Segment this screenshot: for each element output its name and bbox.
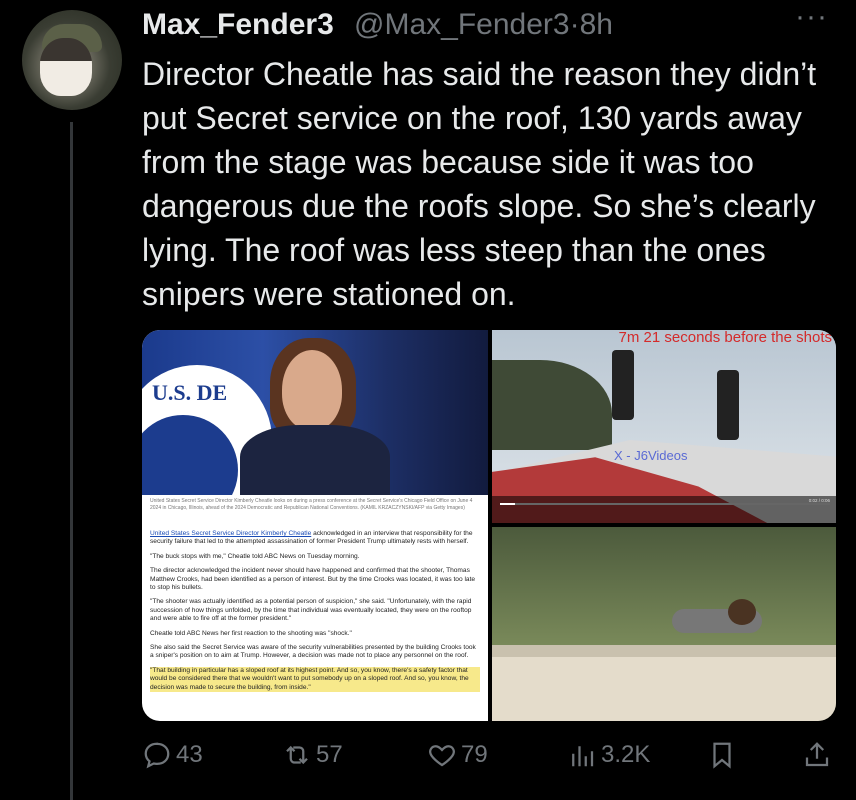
handle[interactable]: @Max_Fender3: [354, 8, 570, 41]
timestamp[interactable]: 8h: [580, 8, 613, 41]
video-controls[interactable]: [492, 496, 836, 523]
video-time: 0:02 / 0:06: [808, 498, 830, 503]
more-options-icon[interactable]: ···: [795, 0, 828, 34]
article-paragraph: She also said the Secret Service was awa…: [150, 644, 476, 660]
views-count: 3.2K: [601, 741, 651, 768]
article-link: United States Secret Service Director Ki…: [150, 530, 312, 537]
video-overlay-label: 7m 21 seconds before the shots: [618, 330, 832, 346]
reply-count: 43: [176, 741, 203, 768]
share-icon: [805, 742, 829, 767]
like-count: 79: [461, 741, 488, 768]
article-paragraph: "The buck stops with me," Cheatle told A…: [150, 552, 360, 560]
like-button[interactable]: 79: [427, 740, 488, 770]
article-screenshot[interactable]: U.S. DE United States Secret Service Dir…: [142, 330, 488, 721]
handle-and-time[interactable]: @Max_Fender3·8h: [354, 8, 613, 42]
highlighted-quote: "That building in particular has a slope…: [150, 666, 480, 693]
tweet-text: Director Cheatle has said the reason the…: [142, 56, 817, 312]
repost-button[interactable]: 57: [282, 740, 343, 770]
thread-line: [70, 122, 73, 800]
seal-lettering: U.S. DE: [152, 380, 228, 405]
article-paragraph: The director acknowledged the incident n…: [150, 567, 476, 592]
reply-button[interactable]: 43: [142, 740, 203, 770]
bookmark-button[interactable]: [707, 740, 741, 770]
press-photo: U.S. DE: [142, 330, 488, 495]
article-body: United States Secret Service Director Ki…: [150, 530, 480, 698]
views-button[interactable]: 3.2K: [567, 740, 650, 770]
reply-icon: [144, 742, 170, 769]
repost-count: 57: [316, 741, 343, 768]
watermark: X - J6Videos: [614, 448, 688, 463]
rooftop-photo[interactable]: [492, 527, 836, 721]
bookmark-icon: [713, 742, 731, 769]
analytics-icon: [572, 746, 594, 767]
heart-icon: [429, 745, 455, 767]
media-grid[interactable]: U.S. DE United States Secret Service Dir…: [142, 330, 836, 721]
article-paragraph: Cheatle told ABC News her first reaction…: [150, 629, 352, 637]
sniper-figure: [717, 370, 739, 440]
separator: ·: [569, 8, 580, 41]
video-progress[interactable]: [500, 503, 830, 505]
share-button[interactable]: [802, 740, 836, 770]
avatar[interactable]: [22, 10, 122, 110]
video-snipers[interactable]: 7m 21 seconds before the shots X - J6Vid…: [492, 330, 836, 523]
avatar-dog: [40, 38, 92, 96]
display-name[interactable]: Max_Fender3: [142, 8, 334, 42]
photo-caption: United States Secret Service Director Ki…: [150, 498, 473, 511]
repost-icon: [286, 745, 308, 765]
action-bar: 43 57 79 3.2K: [142, 740, 842, 780]
sniper-figure: [612, 350, 634, 420]
article-paragraph: "The shooter was actually identified as …: [150, 598, 472, 623]
